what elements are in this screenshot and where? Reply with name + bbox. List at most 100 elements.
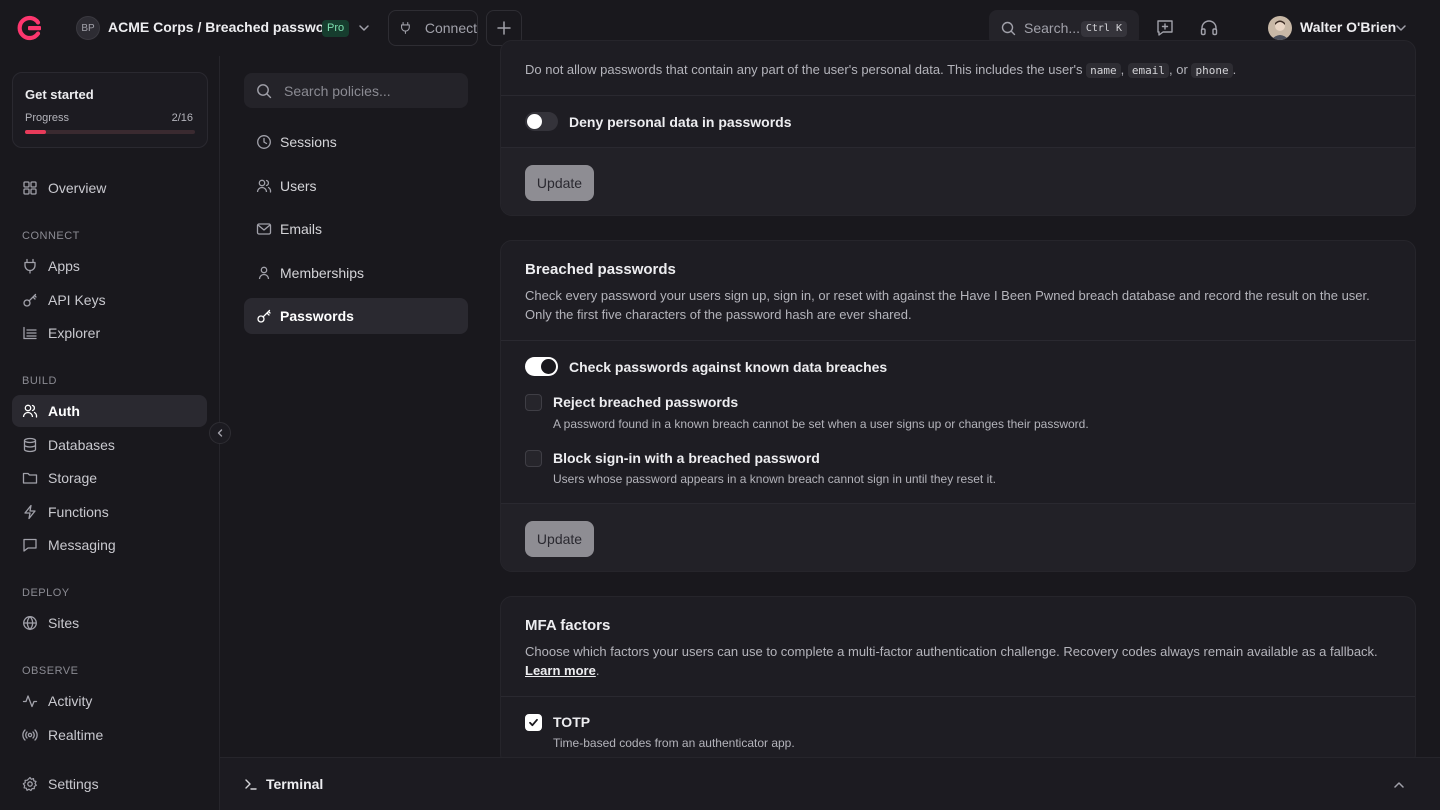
sidebar-item-sites[interactable]: Sites [12,607,207,639]
feedback-icon[interactable] [1155,18,1175,38]
list-tree-icon [23,326,37,340]
divider [501,95,1415,96]
sidebar-item-activity[interactable]: Activity [12,685,207,717]
get-started-card[interactable]: Get started Progress 2/16 [12,72,208,148]
desc-sep: . [1232,62,1237,77]
toggle-knob [541,359,556,374]
card-footer: Update [501,503,1415,571]
plan-badge: Pro [322,20,350,37]
sidebar-item-label: Realtime [48,727,104,743]
check-breaches-label: Check passwords against known data breac… [569,359,888,375]
sidebar-item-apps[interactable]: Apps [12,250,207,282]
section-build: BUILD [22,375,57,387]
sidebar-item-label: Sites [48,615,80,631]
progress-bar-fill [25,130,47,134]
users-icon [256,179,272,193]
divider [501,340,1415,341]
chevron-down-icon[interactable] [1394,21,1408,35]
sidebar-item-functions[interactable]: Functions [12,496,207,528]
policy-item-label: Sessions [280,134,337,150]
sidebar-item-realtime[interactable]: Realtime [12,719,207,751]
sidebar-item-label: Overview [48,180,107,196]
policy-item-label: Passwords [280,308,354,324]
code-email: email [1127,63,1170,78]
database-icon [23,437,37,453]
policy-item-passwords[interactable]: Passwords [244,298,468,334]
broadcast-icon [22,729,38,741]
clock-icon [257,135,271,149]
connect-label: Connect [424,20,477,36]
block-signin-label: Block sign-in with a breached password [553,450,820,466]
policy-item-memberships[interactable]: Memberships [244,255,468,291]
desc-sep: , [1120,62,1125,77]
desc-sep: . [595,663,600,678]
mfa-factors-card: MFA factors Choose which factors your us… [500,596,1416,766]
totp-desc: Time-based codes from an authenticator a… [553,736,795,750]
user-name[interactable]: Walter O'Brien [1300,19,1396,35]
mail-icon [256,223,272,235]
collapse-sidebar-button[interactable] [209,422,231,444]
headset-icon[interactable] [1199,18,1219,38]
reject-breached-label: Reject breached passwords [553,394,739,410]
sidebar-item-label: Settings [48,776,99,792]
totp-checkbox[interactable] [525,714,542,731]
progress-bar [25,130,195,134]
check-breaches-toggle[interactable] [525,357,558,376]
sidebar-item-label: Messaging [48,537,116,553]
code-name: name [1086,63,1121,78]
terminal-panel[interactable]: Terminal [220,757,1440,810]
get-started-title: Get started [25,87,94,102]
sidebar-item-label: Databases [48,437,115,453]
deny-personal-data-toggle[interactable] [525,112,558,131]
plug-icon [24,258,36,274]
chevron-down-icon[interactable] [357,21,371,35]
sidebar-item-databases[interactable]: Databases [12,429,207,461]
block-signin-checkbox[interactable] [525,450,542,467]
sidebar-item-auth[interactable]: Auth [12,395,207,427]
sidebar-item-api-keys[interactable]: API Keys [12,284,207,316]
connect-button[interactable]: Connect [388,10,478,46]
card-footer: Update [501,147,1415,215]
terminal-label: Terminal [266,776,324,792]
sidebar-item-settings[interactable]: Settings [12,768,207,800]
policy-search-input[interactable]: Search policies... [244,73,468,108]
policy-item-label: Emails [280,221,323,237]
terminal-icon [245,779,257,790]
folder-icon [22,472,38,484]
card-title: Breached passwords [525,261,676,278]
check-icon [529,718,538,727]
sidebar-item-messaging[interactable]: Messaging [12,529,207,561]
user-avatar-icon [1271,20,1289,40]
policy-item-label: Users [280,178,317,194]
update-button[interactable]: Update [525,165,594,201]
chevron-up-icon[interactable] [1392,778,1406,792]
sidebar-item-storage[interactable]: Storage [12,462,207,494]
team-icon [258,266,270,280]
breadcrumb[interactable]: ACME Corps / Breached passwords [108,19,346,35]
card-title: MFA factors [525,617,611,634]
learn-more-link[interactable]: Learn more [525,663,596,678]
policy-item-sessions[interactable]: Sessions [244,124,468,160]
user-avatar[interactable] [1268,16,1292,40]
reject-breached-checkbox[interactable] [525,394,542,411]
chevron-left-icon [217,429,223,437]
app-logo-icon[interactable] [16,14,44,42]
users-icon [22,404,38,418]
shortcut-badge: Ctrl K [1080,21,1127,37]
update-button[interactable]: Update [525,521,594,557]
desc-sep: , or [1169,62,1188,77]
card-description: Choose which factors your users can use … [525,642,1393,680]
search-icon [1001,21,1016,35]
search-icon [257,83,272,98]
policy-item-users[interactable]: Users [244,168,468,204]
policy-item-emails[interactable]: Emails [244,211,468,247]
sidebar-item-explorer[interactable]: Explorer [12,317,207,349]
sidebar-item-label: Functions [48,504,109,520]
message-icon [23,538,37,552]
org-avatar[interactable]: BP [76,16,100,40]
sidebar-item-overview[interactable]: Overview [12,172,207,204]
totp-label: TOTP [553,714,591,730]
section-deploy: DEPLOY [22,587,70,599]
plug-icon [401,22,410,34]
key-icon [257,309,271,323]
